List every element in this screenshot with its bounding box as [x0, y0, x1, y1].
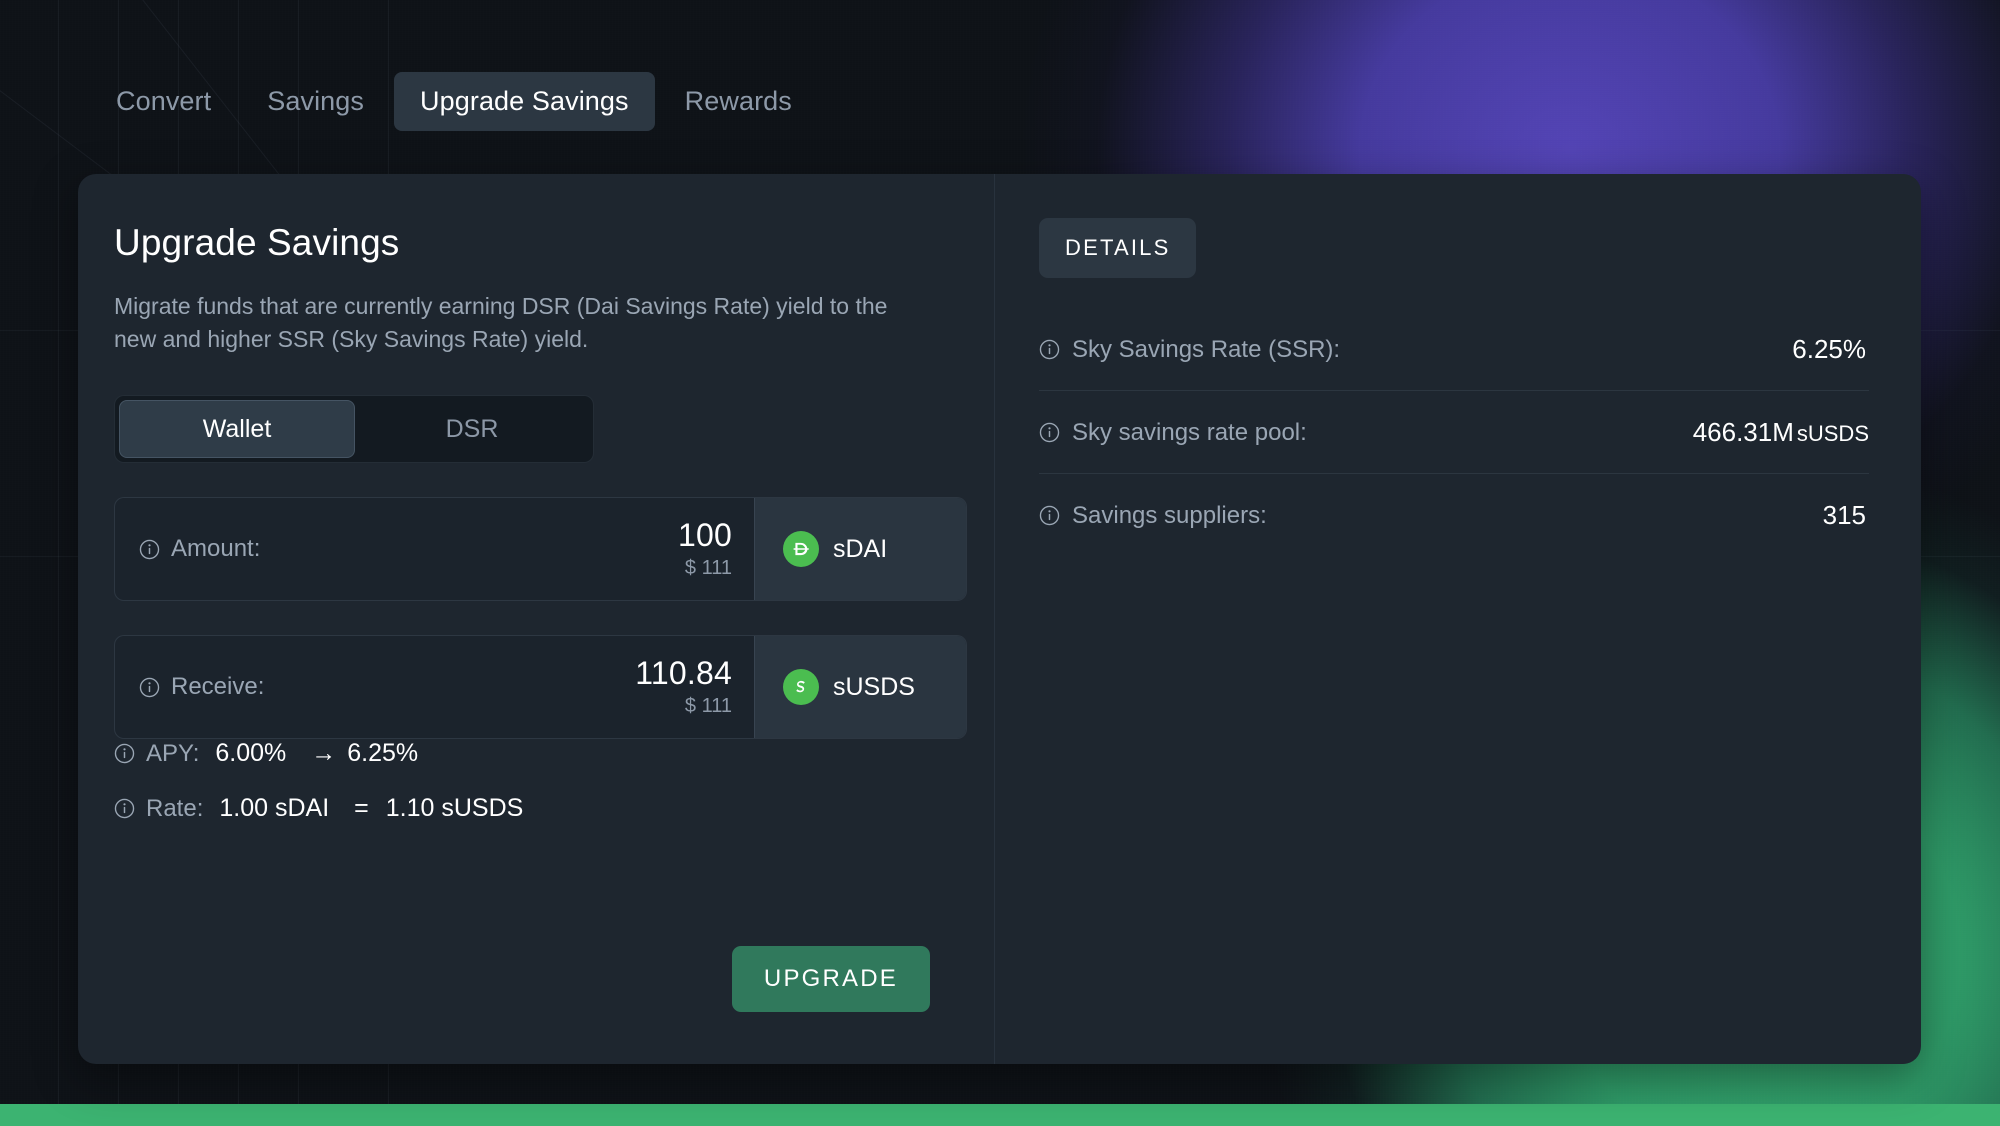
amount-input-area[interactable]: Amount: 100 $ 111: [115, 498, 754, 600]
receive-values: 110.84 $ 111: [635, 654, 732, 719]
footer-accent-strip: [0, 1104, 2000, 1126]
source-toggle: Wallet DSR: [114, 395, 594, 464]
main-tabbar: Convert Savings Upgrade Savings Rewards: [90, 72, 818, 131]
detail-value: 466.31M sUSDS: [1693, 417, 1869, 448]
receive-token-name: sUSDS: [833, 672, 915, 701]
amount-field-row: Amount: 100 $ 111 sDAI: [114, 497, 967, 602]
details-list: Sky Savings Rate (SSR): 6.25% Sky saving…: [1039, 308, 1869, 556]
info-icon[interactable]: [114, 798, 135, 819]
tab-savings[interactable]: Savings: [241, 72, 390, 131]
tab-upgrade-savings[interactable]: Upgrade Savings: [394, 72, 655, 131]
detail-row-pool: Sky savings rate pool: 466.31M sUSDS: [1039, 391, 1869, 474]
detail-value: 315: [1823, 500, 1869, 531]
detail-label: Sky savings rate pool:: [1072, 418, 1307, 446]
info-icon[interactable]: [1039, 339, 1060, 360]
action-row: UPGRADE: [731, 946, 930, 1012]
info-icon[interactable]: [139, 539, 160, 560]
upgrade-savings-card: Upgrade Savings Migrate funds that are c…: [78, 174, 1921, 1064]
info-icon[interactable]: [1039, 505, 1060, 526]
receive-token-selector[interactable]: sUSDS: [754, 636, 966, 739]
card-description: Migrate funds that are currently earning…: [114, 293, 888, 352]
toggle-option-wallet[interactable]: Wallet: [119, 400, 355, 459]
apy-new-value: 6.25%: [347, 739, 419, 768]
detail-label-group: Sky savings rate pool:: [1039, 419, 1307, 447]
upgrade-form-pane: Upgrade Savings Migrate funds that are c…: [78, 174, 995, 1064]
detail-row-suppliers: Savings suppliers: 315: [1039, 474, 1869, 556]
receive-input-area: Receive: 110.84 $ 111: [115, 636, 754, 738]
receive-field-row: Receive: 110.84 $ 111 sUSDS: [114, 635, 967, 740]
apy-current-value: 6.00%: [215, 739, 287, 768]
detail-row-ssr: Sky Savings Rate (SSR): 6.25%: [1039, 308, 1869, 391]
amount-usd-value: $ 111: [684, 557, 732, 580]
detail-value-number: 466.31M: [1692, 417, 1794, 447]
rate-summary-row: Rate: 1.00 sDAI = 1.10 sUSDS: [114, 794, 994, 823]
detail-value: 6.25%: [1792, 334, 1869, 365]
toggle-option-dsr[interactable]: DSR: [355, 400, 589, 458]
detail-value-number: 315: [1822, 500, 1866, 530]
amount-values: 100 $ 111: [678, 516, 732, 581]
details-pane: DETAILS Sky Savings Rate (SSR): 6.25% Sk…: [995, 174, 1921, 1064]
detail-label: Sky Savings Rate (SSR):: [1072, 335, 1341, 363]
receive-value: 110.84: [635, 654, 732, 691]
info-icon[interactable]: [114, 743, 135, 764]
apy-label: APY:: [146, 739, 200, 767]
rate-from-value: 1.00 sDAI: [219, 794, 330, 823]
receive-usd-value: $ 111: [684, 695, 732, 718]
receive-label: Receive:: [171, 673, 265, 701]
info-icon[interactable]: [1039, 422, 1060, 443]
detail-value-unit: sUSDS: [1796, 421, 1869, 446]
detail-label: Savings suppliers:: [1072, 501, 1267, 529]
apy-summary-row: APY: 6.00% → 6.25%: [114, 739, 994, 768]
info-icon[interactable]: [139, 677, 160, 698]
amount-label-group: Amount:: [139, 535, 260, 563]
susds-token-icon: [783, 669, 819, 706]
rate-label: Rate:: [146, 794, 204, 822]
page-title: Upgrade Savings: [114, 222, 400, 263]
amount-token-name: sDAI: [833, 534, 888, 563]
app-root: Convert Savings Upgrade Savings Rewards …: [0, 0, 2000, 1126]
tab-details[interactable]: DETAILS: [1039, 218, 1197, 278]
detail-label-group: Sky Savings Rate (SSR):: [1039, 336, 1340, 364]
rate-equals-sign: =: [354, 794, 369, 823]
detail-value-number: 6.25%: [1792, 334, 1866, 364]
receive-label-group: Receive:: [139, 673, 264, 701]
rate-to-value: 1.10 sUSDS: [385, 794, 524, 823]
amount-value: 100: [678, 516, 732, 553]
arrow-right-icon: →: [311, 739, 337, 768]
detail-label-group: Savings suppliers:: [1039, 502, 1267, 530]
dai-token-icon: [783, 531, 819, 568]
tab-convert[interactable]: Convert: [90, 72, 237, 131]
upgrade-button[interactable]: UPGRADE: [731, 946, 930, 1012]
amount-label: Amount:: [171, 535, 261, 563]
tab-rewards[interactable]: Rewards: [659, 72, 818, 131]
amount-token-selector[interactable]: sDAI: [754, 498, 966, 601]
